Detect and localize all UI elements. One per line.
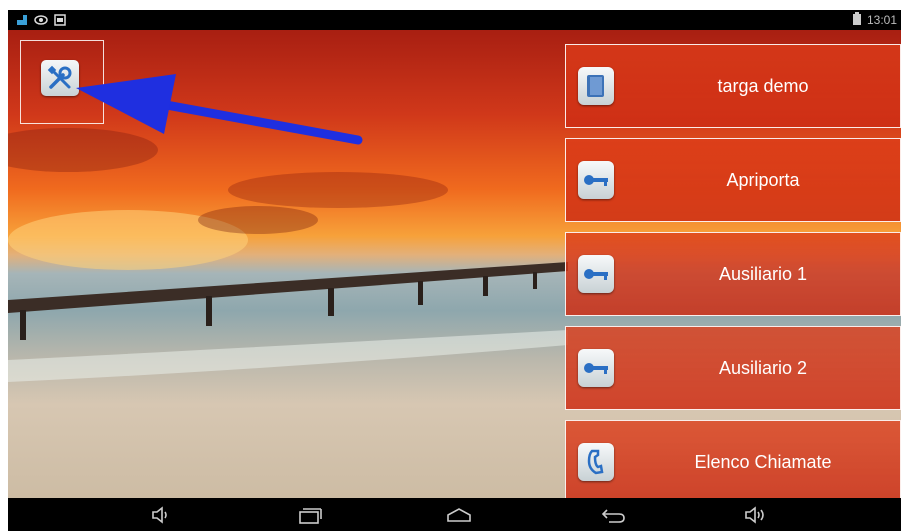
phone-icon — [578, 443, 614, 481]
volume-down-icon[interactable] — [146, 503, 176, 527]
battery-icon — [852, 12, 861, 28]
key-icon — [578, 161, 614, 199]
elenco-chiamate-button[interactable]: Elenco Chiamate — [565, 420, 901, 498]
recent-apps-icon[interactable] — [295, 503, 325, 527]
button-label: Ausiliario 2 — [718, 357, 808, 378]
tools-icon[interactable] — [41, 60, 79, 96]
button-label: Elenco Chiamate — [694, 451, 832, 472]
ausiliario-1-button[interactable]: Ausiliario 1 — [565, 232, 901, 316]
settings-frame[interactable] — [20, 40, 104, 124]
book-icon — [578, 67, 614, 105]
clock: 13:01 — [866, 13, 897, 27]
button-label: Apriporta — [726, 169, 800, 190]
ausiliario-2-button[interactable]: Ausiliario 2 — [565, 326, 901, 410]
apriporta-button[interactable]: Apriporta — [565, 138, 901, 222]
back-icon[interactable] — [598, 503, 628, 527]
button-label: Ausiliario 1 — [718, 263, 808, 284]
status-bar: 13:01 — [8, 10, 901, 30]
button-label: targa demo — [717, 75, 809, 96]
eye-icon — [34, 13, 48, 31]
home-icon[interactable] — [444, 503, 474, 527]
key-icon — [578, 255, 614, 293]
navigation-bar — [8, 498, 901, 531]
volume-up-icon[interactable] — [741, 503, 771, 527]
key-icon — [578, 349, 614, 387]
home-screen: targa demo Apriporta Ausiliario 1 Ausili… — [8, 30, 901, 498]
screenshot-icon — [54, 13, 66, 31]
tablet-screen: 13:01 targa demo Apriporta Ausiliario 1 … — [8, 10, 901, 531]
targa-demo-button[interactable]: targa demo — [565, 44, 901, 128]
android-notification-icon — [16, 13, 28, 31]
